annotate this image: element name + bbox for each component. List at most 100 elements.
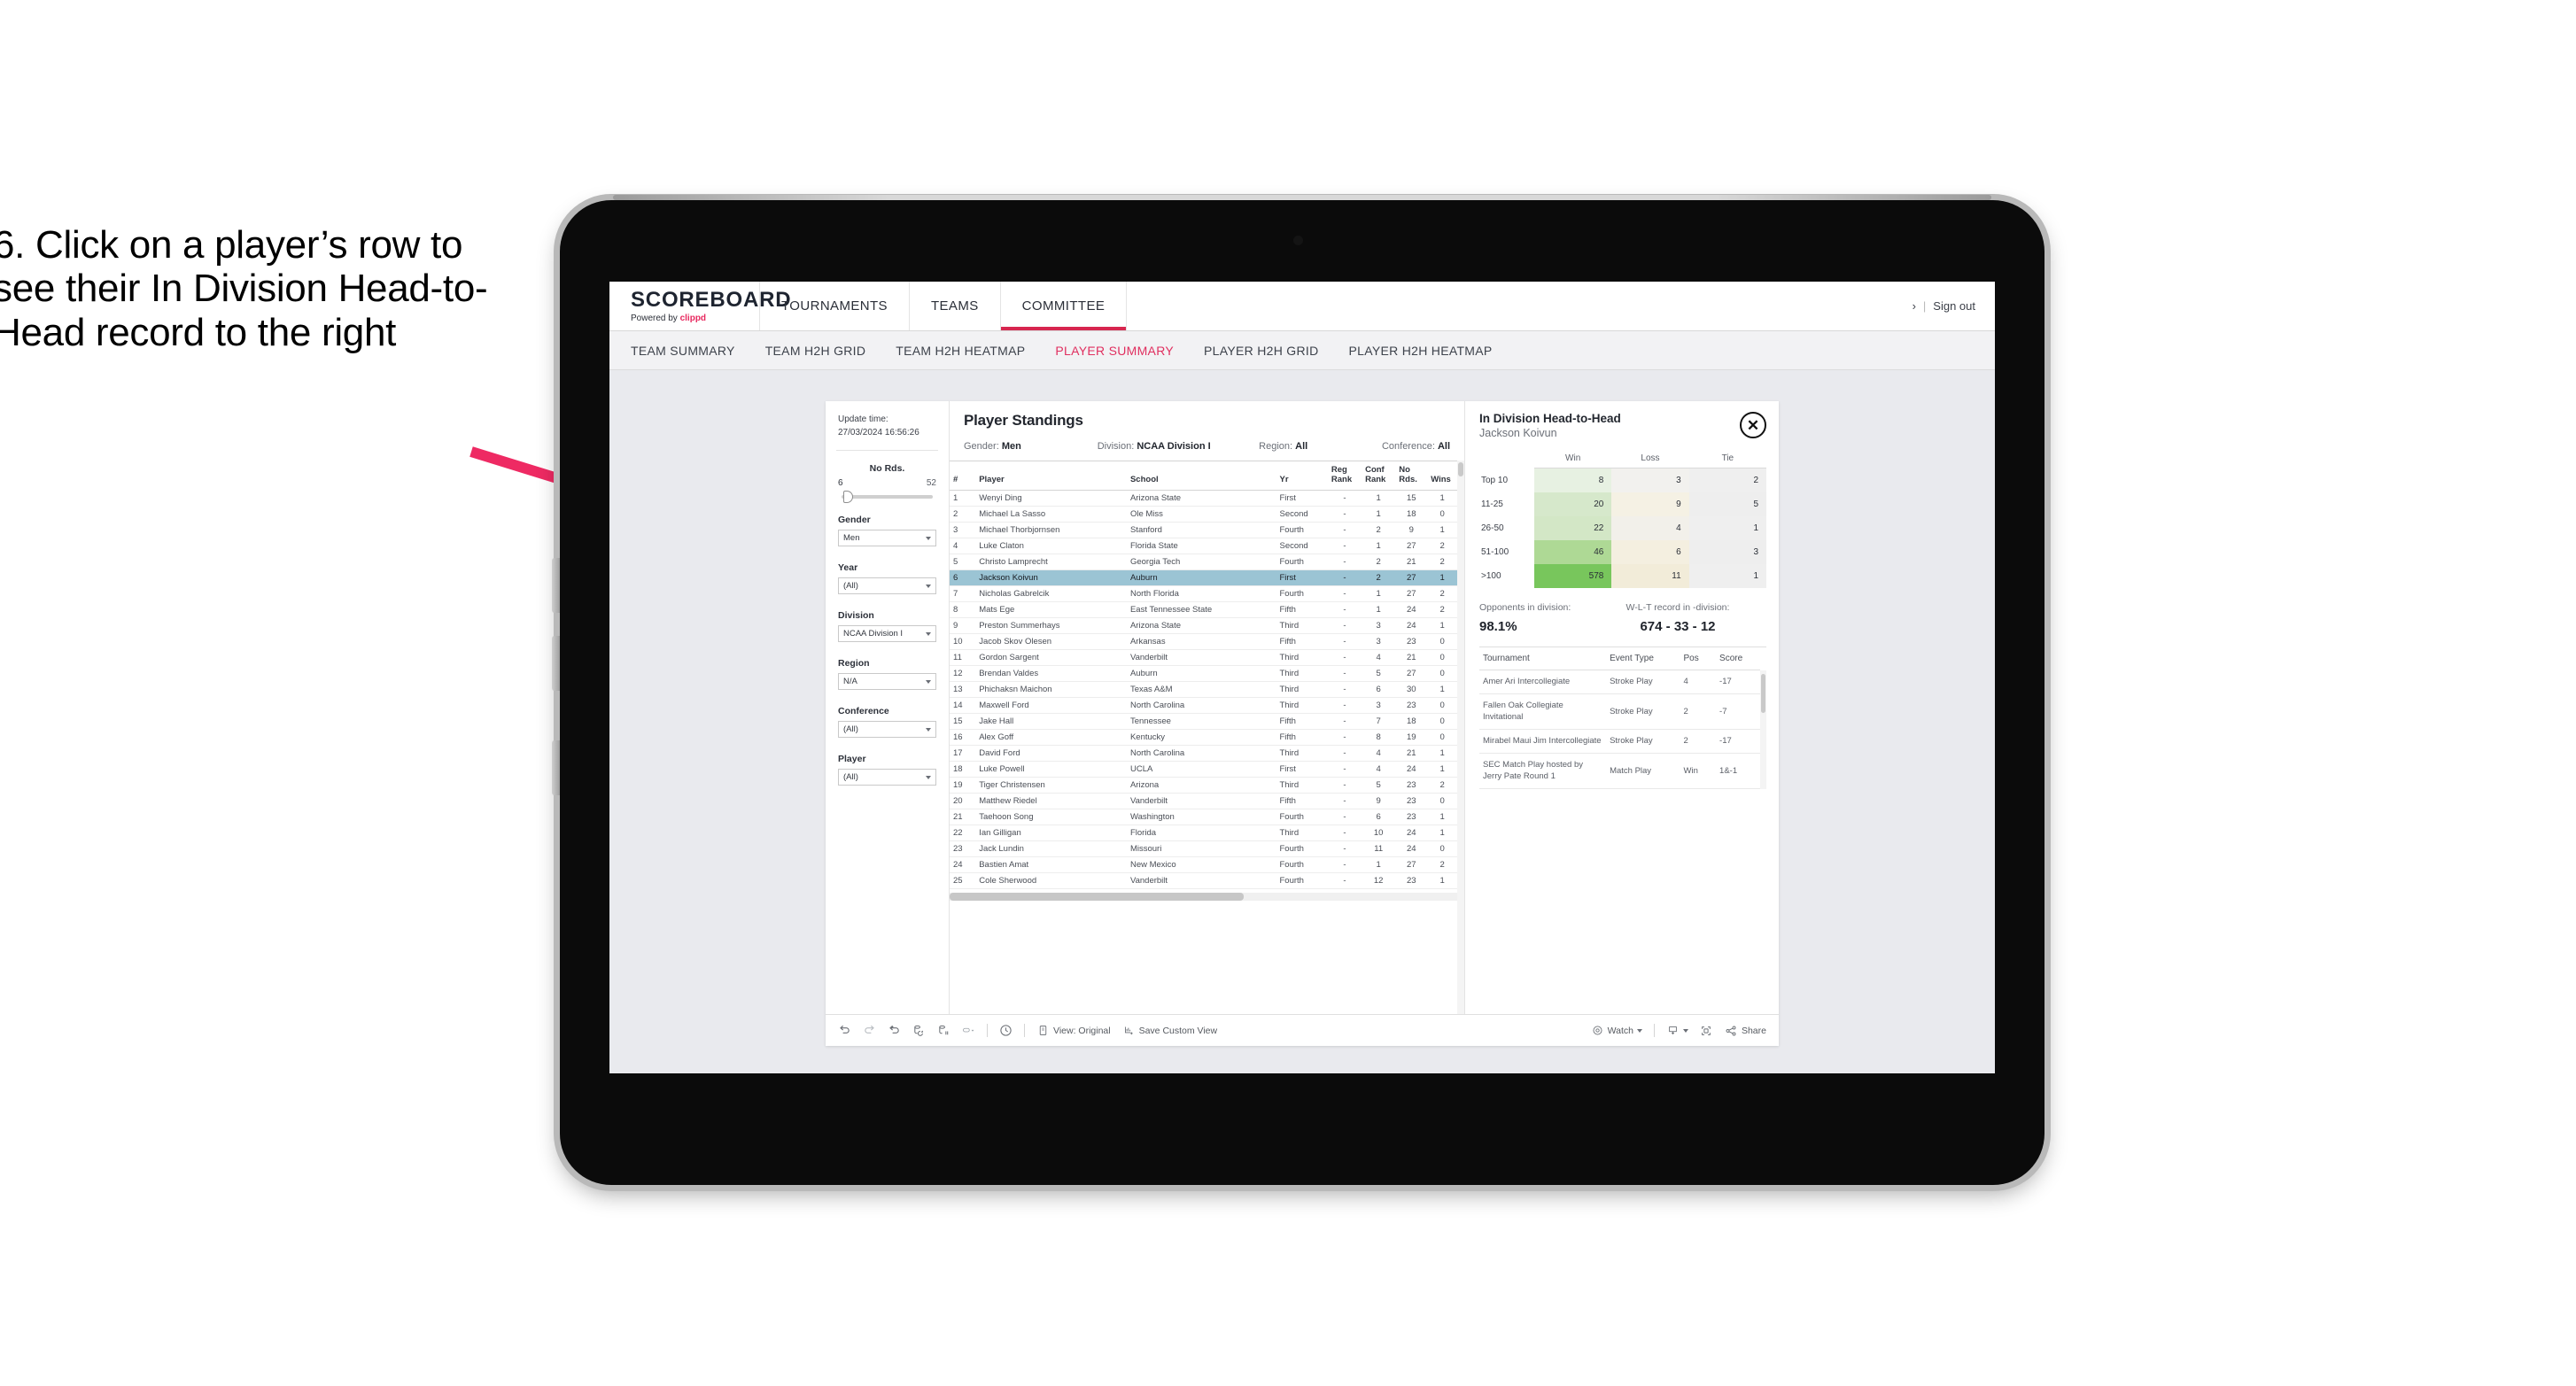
undo-icon[interactable]: [838, 1024, 851, 1037]
table-row[interactable]: 10 Jacob Skov Olesen Arkansas Fifth -3 23 0: [950, 633, 1457, 650]
col-no-rds[interactable]: No Rds.: [1395, 461, 1428, 491]
region-select[interactable]: N/A: [838, 673, 936, 690]
table-row[interactable]: 11 Gordon Sargent Vanderbilt Third -4 21 0: [950, 649, 1457, 666]
col-event-type[interactable]: Event Type: [1606, 647, 1680, 670]
tab-player-h2h-heatmap[interactable]: PLAYER H2H HEATMAP: [1349, 344, 1493, 358]
tournament-row[interactable]: Fallen Oak Collegiate Invitational Stroke…: [1479, 693, 1761, 731]
table-row[interactable]: 13 Phichaksn Maichon Texas A&M Third -6 30 1: [950, 681, 1457, 698]
no-rds-slider[interactable]: [842, 491, 933, 503]
volume-up-button[interactable]: [552, 558, 560, 613]
nav-committee[interactable]: COMMITTEE: [1001, 282, 1128, 330]
table-row[interactable]: 8 Mats Ege East Tennessee State Fifth -1 24 2: [950, 601, 1457, 618]
tablet-screen: SCOREBOARD Powered by clippd TOURNAMENTS…: [609, 282, 1995, 1073]
tournament-row[interactable]: Mirabel Maui Jim Intercollegiate Stroke P…: [1479, 729, 1761, 755]
year-select[interactable]: (All): [838, 577, 936, 594]
tab-team-h2h-grid[interactable]: TEAM H2H GRID: [765, 344, 866, 358]
no-rds-min: 6: [838, 478, 843, 488]
horizontal-scrollbar[interactable]: [950, 893, 1457, 901]
cell-conf: 2: [1362, 522, 1396, 538]
tournament-row[interactable]: SEC Match Play hosted by Jerry Pate Roun…: [1479, 753, 1761, 790]
table-row[interactable]: 3 Michael Thorbjornsen Stanford Fourth -2 9 1: [950, 522, 1457, 538]
redo-icon[interactable]: [863, 1024, 876, 1037]
close-icon[interactable]: ✕: [1740, 412, 1766, 438]
table-row[interactable]: 6 Jackson Koivun Auburn First -2 27 1: [950, 569, 1457, 586]
table-row[interactable]: 21 Taehoon Song Washington Fourth -6 23 1: [950, 809, 1457, 825]
tab-team-summary[interactable]: TEAM SUMMARY: [631, 344, 735, 358]
save-custom-view-label: Save Custom View: [1138, 1025, 1218, 1036]
cell-conf: 12: [1362, 872, 1396, 889]
save-custom-view-button[interactable]: Save Custom View: [1122, 1024, 1218, 1037]
table-row[interactable]: 14 Maxwell Ford North Carolina Third -3 23 0: [950, 697, 1457, 714]
view-original-button[interactable]: View: Original: [1036, 1024, 1111, 1037]
cell-player: Luke Claton: [975, 538, 1127, 554]
download-button[interactable]: [1666, 1024, 1688, 1037]
nav-tournaments[interactable]: TOURNAMENTS: [760, 282, 910, 330]
table-row[interactable]: 20 Matthew Riedel Vanderbilt Fifth -9 23 0: [950, 793, 1457, 809]
watch-button[interactable]: Watch: [1591, 1024, 1642, 1037]
account-caret-icon[interactable]: ›: [1913, 299, 1916, 313]
toolbar-divider-3: [1653, 1024, 1655, 1037]
revert-icon[interactable]: [888, 1024, 901, 1037]
table-row[interactable]: 7 Nicholas Gabrelcik North Florida Fourth -1…: [950, 585, 1457, 602]
h2h-cell-win: 578: [1534, 564, 1612, 588]
col-pos[interactable]: Pos: [1680, 647, 1717, 670]
table-row[interactable]: 12 Brendan Valdes Auburn Third -5 27 0: [950, 665, 1457, 682]
table-row[interactable]: 9 Preston Summerhays Arizona State Third -3 2…: [950, 617, 1457, 634]
table-row[interactable]: 17 David Ford North Carolina Third -4 21 1: [950, 745, 1457, 762]
col-school[interactable]: School: [1126, 461, 1276, 491]
power-button[interactable]: [552, 740, 560, 795]
table-row[interactable]: 5 Christo Lamprecht Georgia Tech Fourth -2 21…: [950, 554, 1457, 570]
table-row[interactable]: 16 Alex Goff Kentucky Fifth -8 19 0: [950, 729, 1457, 746]
gender-select[interactable]: Men: [838, 530, 936, 546]
nav-teams[interactable]: TEAMS: [910, 282, 1001, 330]
table-row[interactable]: 25 Cole Sherwood Vanderbilt Fourth -12 23 1: [950, 872, 1457, 889]
table-row[interactable]: 22 Ian Gilligan Florida Third -10 24 1: [950, 825, 1457, 841]
col-conf-rank[interactable]: Conf Rank: [1362, 461, 1396, 491]
table-row[interactable]: 15 Jake Hall Tennessee Fifth -7 18 0: [950, 713, 1457, 730]
download-icon: [1666, 1024, 1680, 1037]
conference-select[interactable]: (All): [838, 721, 936, 738]
table-row[interactable]: 2 Michael La Sasso Ole Miss Second -1 18 0: [950, 506, 1457, 523]
tournament-scrollbar[interactable]: [1760, 670, 1766, 790]
col-reg-rank[interactable]: Reg Rank: [1327, 461, 1362, 491]
update-time: Update time: 27/03/2024 16:56:26: [826, 414, 949, 450]
player-select[interactable]: (All): [838, 769, 936, 786]
cell-conf: 4: [1362, 649, 1396, 666]
volume-down-button[interactable]: [552, 636, 560, 691]
fullscreen-icon[interactable]: [1700, 1024, 1713, 1037]
watch-label: Watch: [1607, 1025, 1633, 1036]
col-rank[interactable]: #: [950, 461, 976, 491]
tab-player-h2h-grid[interactable]: PLAYER H2H GRID: [1204, 344, 1319, 358]
table-row[interactable]: 1 Wenyi Ding Arizona State First -1 15 1: [950, 490, 1457, 507]
table-row[interactable]: 24 Bastien Amat New Mexico Fourth -1 27 2: [950, 856, 1457, 873]
table-row[interactable]: 23 Jack Lundin Missouri Fourth -11 24 0: [950, 840, 1457, 857]
tab-player-summary[interactable]: PLAYER SUMMARY: [1055, 344, 1174, 358]
no-rds-label: No Rds.: [869, 463, 905, 474]
table-row[interactable]: 19 Tiger Christensen Arizona Third -5 23 2: [950, 777, 1457, 794]
vertical-scrollbar[interactable]: [1457, 461, 1464, 1014]
no-rds-slider-handle[interactable]: [843, 491, 853, 503]
tab-team-h2h-heatmap[interactable]: TEAM H2H HEATMAP: [896, 344, 1025, 358]
col-player[interactable]: Player: [975, 461, 1127, 491]
refresh-data-icon[interactable]: [912, 1024, 926, 1037]
col-year[interactable]: Yr: [1276, 461, 1328, 491]
pause-data-icon[interactable]: [937, 1024, 950, 1037]
highlight-icon[interactable]: [962, 1024, 975, 1037]
tournament-row[interactable]: Amer Ari Intercollegiate Stroke Play 4 -17: [1479, 670, 1761, 695]
standings-header: Player Standings Gender: Men Division: N…: [950, 401, 1464, 461]
brand-subtitle: Powered by clippd: [631, 314, 759, 323]
clock-icon[interactable]: [999, 1024, 1013, 1037]
table-row[interactable]: 18 Luke Powell UCLA First -4 24 1: [950, 761, 1457, 778]
table-row[interactable]: 4 Luke Claton Florida State Second -1 27 2: [950, 538, 1457, 554]
device-icon: [1036, 1024, 1050, 1037]
share-button[interactable]: Share: [1725, 1024, 1766, 1037]
division-select[interactable]: NCAA Division I: [838, 625, 936, 642]
brand-logo[interactable]: SCOREBOARD Powered by clippd: [609, 282, 791, 330]
col-wins[interactable]: Wins: [1427, 461, 1457, 491]
h2h-row: >100 578 11 1: [1479, 564, 1766, 588]
col-score[interactable]: Score: [1716, 647, 1761, 670]
col-tournament[interactable]: Tournament: [1479, 647, 1607, 670]
cell-yr: Third: [1276, 825, 1328, 841]
cell-reg: -: [1327, 665, 1362, 682]
sign-out-link[interactable]: Sign out: [1933, 299, 1975, 313]
